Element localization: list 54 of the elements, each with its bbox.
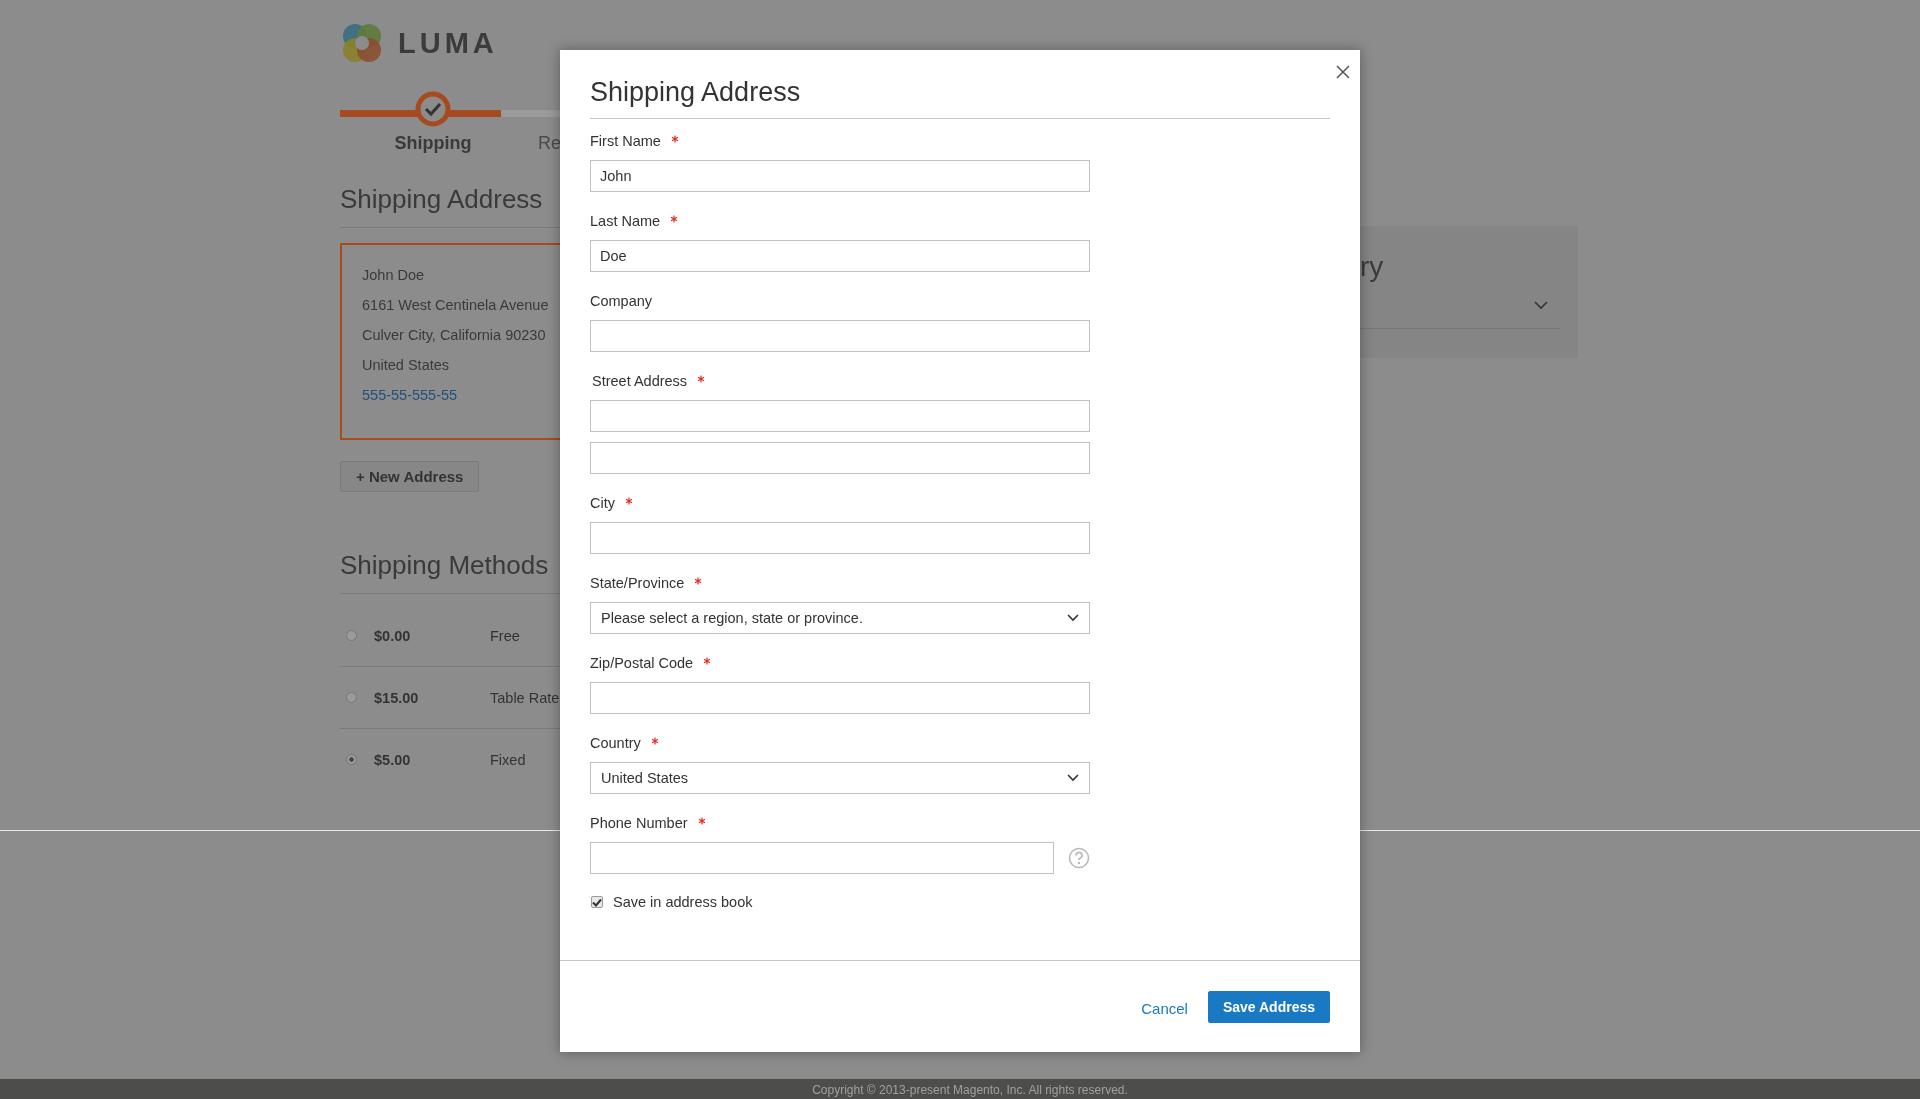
radio-button[interactable] [346,692,357,703]
method-label: Free [490,627,520,644]
chevron-icon [1067,614,1079,622]
input-field[interactable] [590,320,1090,352]
address-line: John Doe [362,266,425,284]
cancel-link[interactable]: Cancel [1141,999,1188,1017]
logo-icon [340,21,384,65]
select-dropdown[interactable]: United States [590,762,1090,794]
field-label: State/Province [590,574,685,591]
input-field[interactable] [590,682,1090,714]
close-icon [1336,65,1350,79]
step-label[interactable]: Re [538,133,561,154]
logo-text: LUMA [398,26,498,60]
input-field[interactable] [590,842,1054,874]
address-line: Culver City, California 90230 [362,326,546,344]
input-field[interactable]: John [590,160,1090,192]
save-address-button[interactable]: Save Address [1207,990,1330,1023]
method-label: Fixed [490,751,526,768]
radio-button[interactable] [346,754,357,765]
close-button[interactable] [1335,64,1351,80]
check-icon [592,897,602,907]
section-heading: Shipping Address [340,184,543,215]
summary-heading: ry [1359,251,1385,283]
checkbox-label: Save in address book [613,894,753,910]
field-label: Last Name [590,212,661,229]
method-price: $15.00 [374,689,420,706]
input-field[interactable] [590,400,1090,432]
method-label: Table Rate [490,689,560,706]
step-label[interactable]: Shipping [394,133,472,154]
step-check-icon [415,91,451,127]
chevron-icon [1067,774,1079,782]
copyright-text: Copyright © 2013-present Magento, Inc. All rights reserved. [811,1083,1128,1097]
help-icon[interactable] [1068,847,1090,869]
modal-title: Shipping Address [590,77,802,108]
field-label: First Name [590,132,661,149]
checkbox[interactable] [591,896,603,908]
input-field[interactable] [590,442,1090,474]
field-label: Company [590,292,653,309]
section-heading: Shipping Methods [340,550,549,581]
radio-button[interactable] [346,630,357,641]
method-price: $0.00 [374,627,412,644]
input-field[interactable] [590,522,1090,554]
input-field[interactable]: Doe [590,240,1090,272]
select-dropdown[interactable]: Please select a region, state or province. [590,602,1090,634]
new-address-button[interactable]: + New Address [340,461,480,492]
address-line: 6161 West Centinela Avenue [362,296,549,314]
field-label: Phone Number [590,814,688,831]
phone-link[interactable]: 555-55-555-55 [362,386,458,404]
address-line: United States [362,356,450,374]
field-label: Zip/Postal Code [590,654,694,671]
method-price: $5.00 [374,751,412,768]
field-label: Country [590,734,641,751]
chevron-icon [1534,301,1548,310]
field-label: City [590,494,615,511]
